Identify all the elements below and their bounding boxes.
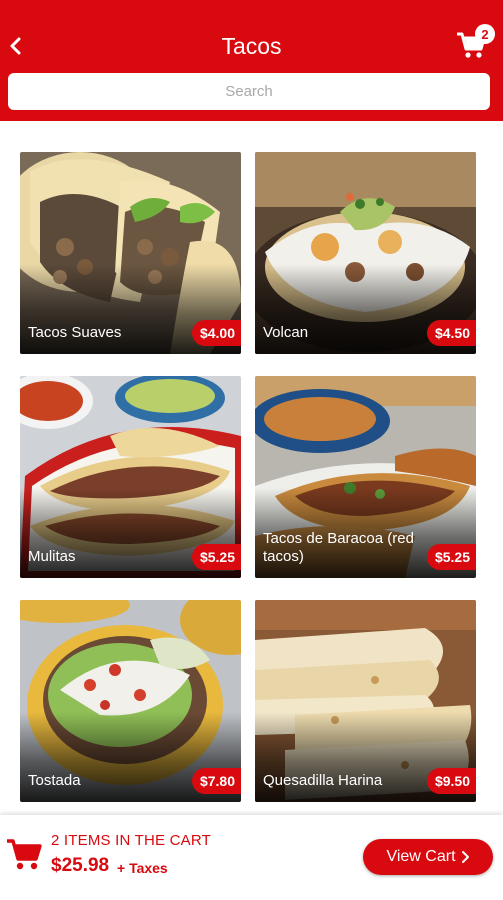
page-title: Tacos (221, 33, 282, 59)
product-price: $5.25 (426, 544, 476, 570)
product-name: Mulitas (28, 548, 76, 565)
cart-summary-bar: 2 ITEMS IN THE CART $25.98 + Taxes View … (0, 815, 503, 900)
product-card[interactable]: Mulitas $5.25 (20, 376, 241, 578)
cart-item-count: 2 ITEMS IN THE CART (51, 832, 211, 849)
product-price: $4.50 (426, 320, 476, 346)
product-name: Quesadilla Harina (263, 772, 383, 789)
cart-taxes-note: + Taxes (117, 860, 168, 876)
product-name: Tostada (28, 772, 81, 789)
cart-count-badge: 2 (475, 24, 495, 44)
product-price: $9.50 (426, 768, 476, 794)
product-price: $4.00 (191, 320, 241, 346)
product-card[interactable]: Tostada $7.80 (20, 600, 241, 802)
cart-total: $25.98 (51, 855, 110, 876)
product-card[interactable]: Volcan $4.50 (255, 152, 476, 354)
top-bar: Tacos 2 (0, 0, 503, 121)
product-price: $7.80 (191, 768, 241, 794)
product-card[interactable]: Tacos de Baracoa (red tacos) $5.25 (255, 376, 476, 578)
app-screen: Tacos 2 Search Tacos Suaves $4.00 Volcan… (0, 0, 503, 900)
cart-icon (7, 839, 42, 870)
view-cart-label: View Cart (386, 848, 456, 865)
product-card[interactable]: Quesadilla Harina $9.50 (255, 600, 476, 802)
product-name: Tacos Suaves (28, 324, 122, 341)
product-name: Tacos de Baracoa (red tacos) (263, 530, 414, 565)
chevron-right-icon (461, 851, 469, 863)
product-card[interactable]: Tacos Suaves $4.00 (20, 152, 241, 354)
search-bar[interactable] (8, 73, 490, 110)
cart-button[interactable]: 2 (455, 24, 495, 60)
product-name: Volcan (263, 324, 309, 341)
product-price: $5.25 (191, 544, 241, 570)
search-input[interactable] (8, 73, 490, 110)
view-cart-button[interactable]: View Cart (363, 839, 493, 875)
